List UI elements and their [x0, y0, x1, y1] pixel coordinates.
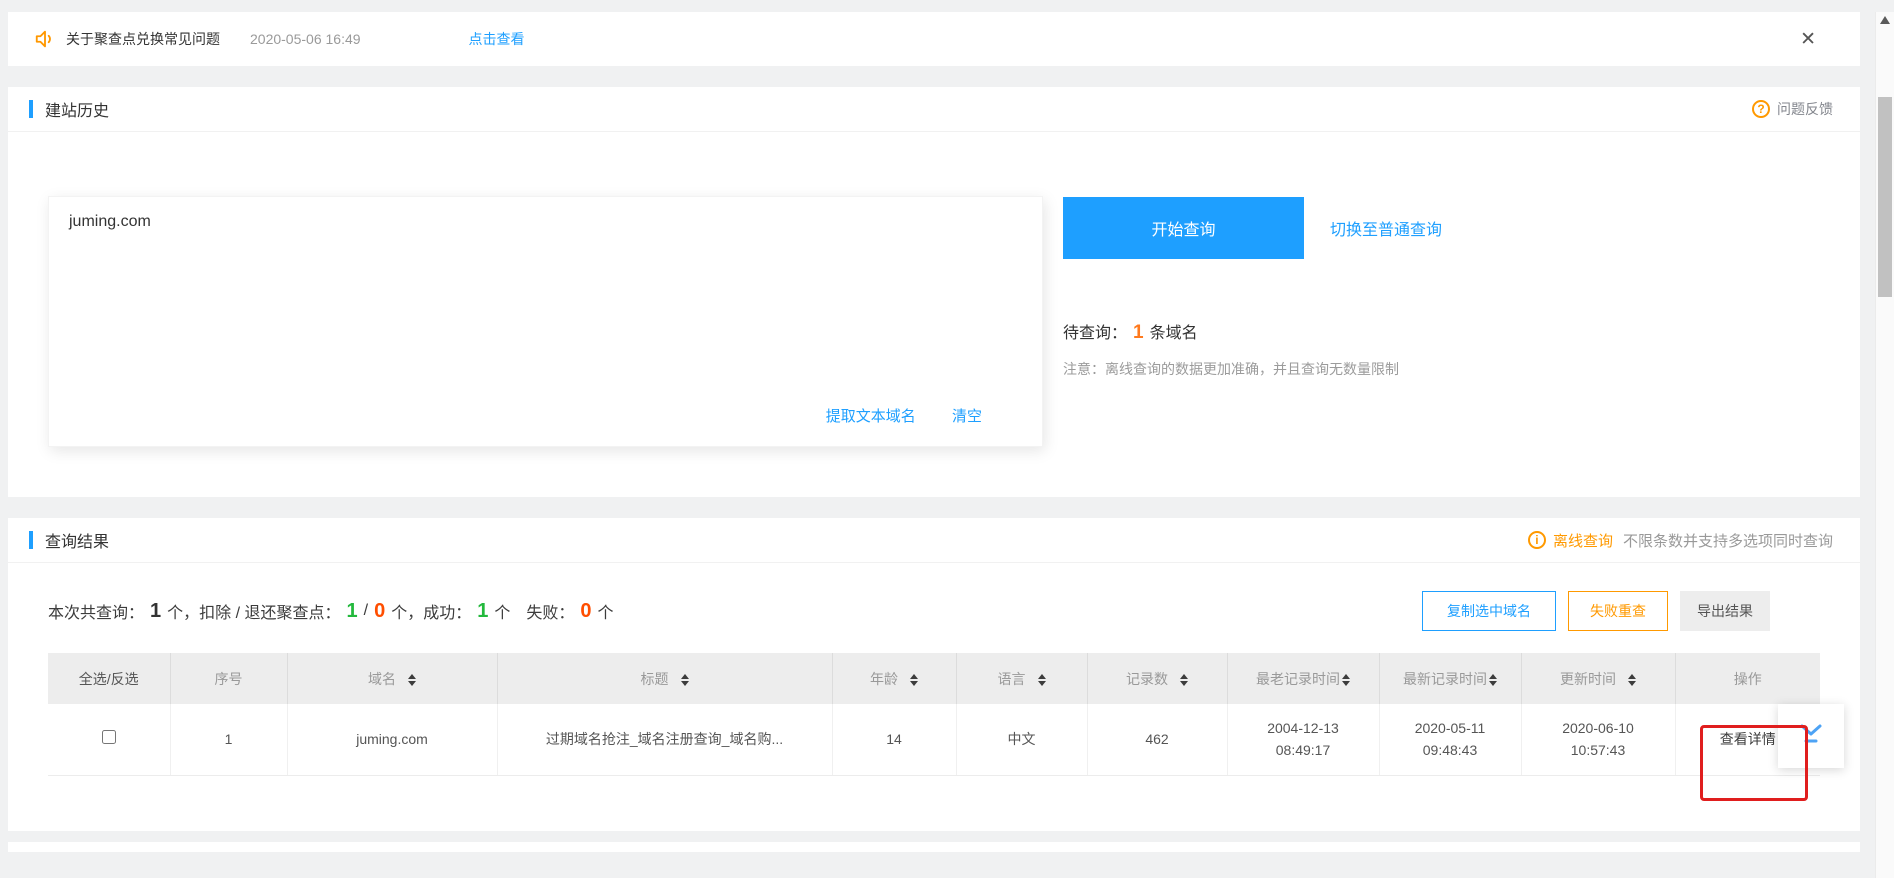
chevron-bottom-icon: [1797, 722, 1825, 751]
notice-title: 关于聚查点兑换常见问题: [66, 29, 220, 49]
stats-refunded: 0: [374, 600, 385, 623]
header-title[interactable]: 标题: [497, 653, 832, 704]
cell-seq: 1: [170, 704, 287, 775]
cell-language: 中文: [956, 704, 1087, 775]
close-icon[interactable]: ✕: [1800, 30, 1816, 49]
notice-date: 2020-05-06 16:49: [250, 31, 361, 47]
sort-icon[interactable]: [1489, 674, 1497, 686]
stats-label-points: 个，扣除 / 退还聚查点：: [167, 599, 340, 623]
clear-link[interactable]: 清空: [952, 408, 982, 425]
header-age[interactable]: 年龄: [832, 653, 956, 704]
cell-newest: 2020-05-1109:48:43: [1379, 704, 1521, 775]
view-details-link[interactable]: 查看详情: [1720, 731, 1776, 747]
pending-label: 待查询：: [1063, 325, 1127, 342]
history-panel-header: 建站历史 ? 问题反馈: [8, 87, 1860, 132]
next-panel-peek: [8, 842, 1860, 852]
header-updated[interactable]: 更新时间: [1521, 653, 1675, 704]
stats-deducted: 1: [346, 600, 357, 623]
history-content: juming.com 提取文本域名 清空 开始查询 切换至普通查询 待查询： 1条…: [8, 132, 1860, 497]
info-icon: i: [1528, 531, 1546, 549]
cell-updated: 2020-06-1010:57:43: [1521, 704, 1675, 775]
pending-line: 待查询： 1 条域名: [1063, 319, 1442, 344]
header-oldest[interactable]: 最老记录时间: [1227, 653, 1379, 704]
result-panel-header: 查询结果 i 离线查询 不限条数并支持多选项同时查询: [8, 518, 1860, 563]
page: 关于聚查点兑换常见问题 2020-05-06 16:49 点击查看 ✕ 建站历史…: [8, 12, 1860, 852]
offline-desc: 不限条数并支持多选项同时查询: [1623, 530, 1833, 551]
row-checkbox[interactable]: [102, 730, 116, 744]
stats-label-total: 本次共查询：: [48, 599, 144, 623]
cell-oldest: 2004-12-1308:49:17: [1227, 704, 1379, 775]
stats-success: 1: [477, 600, 488, 623]
query-stats: 本次共查询： 1 个，扣除 / 退还聚查点： 1 / 0 个，成功： 1 个 失…: [48, 599, 613, 623]
offline-query-link[interactable]: 离线查询: [1553, 530, 1613, 551]
toolbar-buttons: 复制选中域名 失败重查 导出结果: [1422, 591, 1820, 631]
accent-bar: [29, 531, 33, 549]
header-action: 操作: [1675, 653, 1820, 704]
extract-domains-link[interactable]: 提取文本域名: [826, 408, 916, 425]
header-language[interactable]: 语言: [956, 653, 1087, 704]
feedback-label: 问题反馈: [1777, 99, 1833, 119]
start-query-button[interactable]: 开始查询: [1063, 197, 1304, 259]
domain-textarea[interactable]: juming.com: [49, 197, 1042, 397]
result-header-right: i 离线查询 不限条数并支持多选项同时查询: [1528, 530, 1833, 551]
cell-domain: juming.com: [287, 704, 497, 775]
cell-title: 过期域名抢注_域名注册查询_域名购...: [497, 704, 832, 775]
retry-failed-button[interactable]: 失败重查: [1568, 591, 1668, 631]
scrollbar-up-arrow[interactable]: [1880, 16, 1890, 24]
pending-count: 1: [1133, 322, 1144, 343]
table-header-row: 全选/反选 序号 域名 标题 年龄 语言 记录数 最老记录时间 最新记录时间 更…: [48, 653, 1820, 704]
speaker-icon: [34, 28, 56, 50]
sort-icon[interactable]: [1180, 674, 1188, 686]
sort-icon[interactable]: [1628, 674, 1636, 686]
stats-slash: /: [364, 602, 368, 620]
history-panel: 建站历史 ? 问题反馈 juming.com 提取文本域名 清空 开始查询 切换…: [8, 87, 1860, 497]
scrollbar-track[interactable]: [1875, 12, 1894, 878]
scroll-to-bottom-button[interactable]: [1778, 704, 1844, 768]
pending-unit: 条域名: [1150, 325, 1198, 342]
feedback-link[interactable]: ? 问题反馈: [1752, 99, 1833, 119]
scrollbar-thumb[interactable]: [1878, 97, 1892, 297]
accent-bar: [29, 100, 33, 118]
result-content: 本次共查询： 1 个，扣除 / 退还聚查点： 1 / 0 个，成功： 1 个 失…: [8, 591, 1860, 831]
question-icon: ?: [1752, 100, 1770, 118]
query-side: 开始查询 切换至普通查询 待查询： 1 条域名 注意：离线查询的数据更加准确，并且查…: [1063, 196, 1442, 447]
notice-view-link[interactable]: 点击查看: [469, 29, 525, 49]
header-records[interactable]: 记录数: [1087, 653, 1227, 704]
sort-icon[interactable]: [681, 674, 689, 686]
domain-input-box: juming.com 提取文本域名 清空: [48, 196, 1043, 447]
header-newest[interactable]: 最新记录时间: [1379, 653, 1521, 704]
header-select-all[interactable]: 全选/反选: [48, 653, 170, 704]
notice-bar: 关于聚查点兑换常见问题 2020-05-06 16:49 点击查看 ✕: [8, 12, 1860, 66]
table-row: 1 juming.com 过期域名抢注_域名注册查询_域名购... 14 中文 …: [48, 704, 1820, 775]
cell-age: 14: [832, 704, 956, 775]
stats-label-fail: 个 失败：: [494, 599, 574, 623]
sort-icon[interactable]: [1342, 674, 1350, 686]
header-domain[interactable]: 域名: [287, 653, 497, 704]
result-panel: 查询结果 i 离线查询 不限条数并支持多选项同时查询 本次共查询： 1 个，扣除…: [8, 518, 1860, 831]
offline-note: 注意：离线查询的数据更加准确，并且查询无数量限制: [1063, 359, 1442, 379]
history-panel-title: 建站历史: [45, 97, 109, 121]
result-panel-title: 查询结果: [45, 528, 109, 552]
sort-icon[interactable]: [910, 674, 918, 686]
stats-label-success: 个，成功：: [391, 599, 471, 623]
header-seq: 序号: [170, 653, 287, 704]
stats-fail: 0: [580, 600, 591, 623]
export-results-button[interactable]: 导出结果: [1680, 591, 1770, 631]
cell-records: 462: [1087, 704, 1227, 775]
sort-icon[interactable]: [408, 674, 416, 686]
result-toolbar: 本次共查询： 1 个，扣除 / 退还聚查点： 1 / 0 个，成功： 1 个 失…: [48, 591, 1820, 631]
textarea-links: 提取文本域名 清空: [826, 405, 982, 426]
sort-icon[interactable]: [1038, 674, 1046, 686]
cell-checkbox: [48, 704, 170, 775]
copy-selected-button[interactable]: 复制选中域名: [1422, 591, 1556, 631]
switch-normal-query-link[interactable]: 切换至普通查询: [1330, 216, 1442, 240]
stats-total: 1: [150, 600, 161, 623]
stats-unit: 个: [597, 599, 613, 623]
result-table: 全选/反选 序号 域名 标题 年龄 语言 记录数 最老记录时间 最新记录时间 更…: [48, 653, 1820, 776]
